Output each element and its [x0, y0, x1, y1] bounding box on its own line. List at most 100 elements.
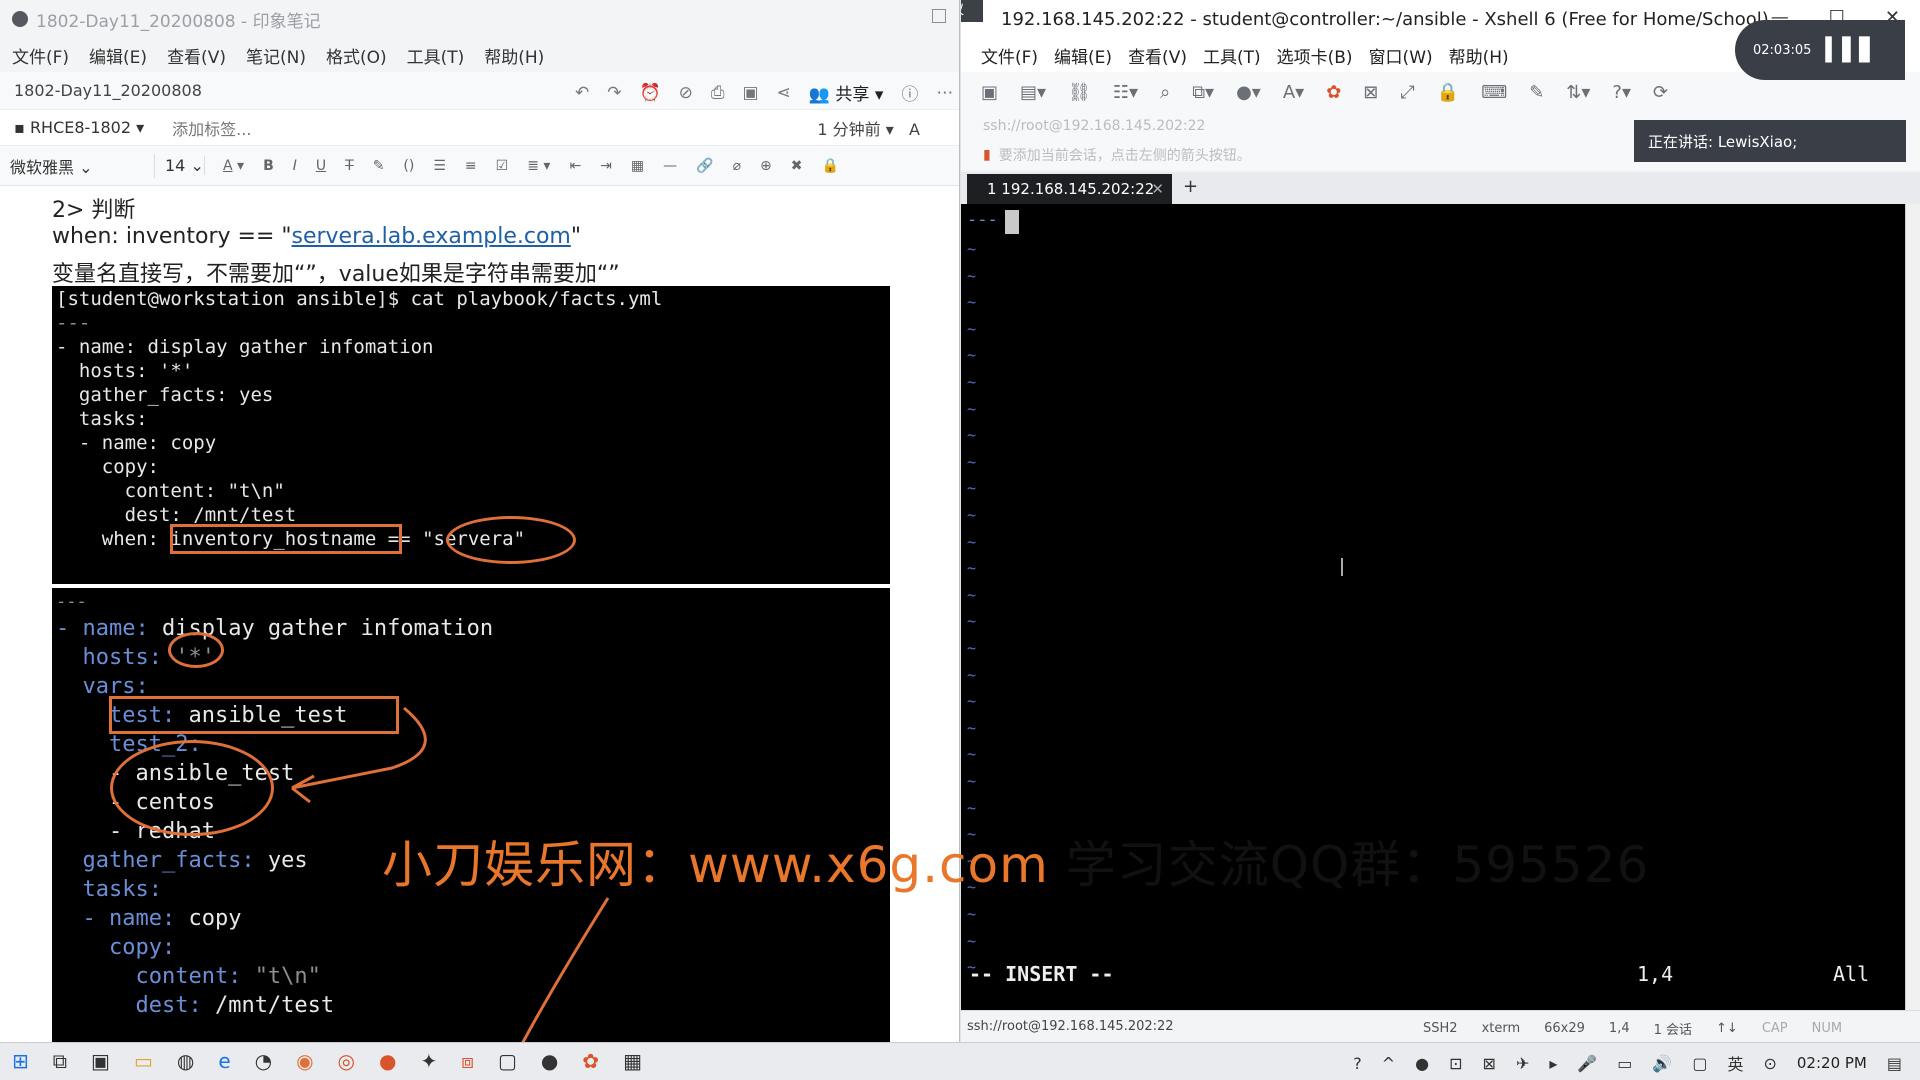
code-icon[interactable]: () [403, 158, 414, 174]
fullscreen-icon[interactable]: ⤢ [1400, 82, 1414, 103]
app-icon[interactable]: ◔ [255, 1049, 272, 1073]
strikethrough-icon[interactable]: T [345, 158, 354, 174]
session-tab-1[interactable]: 1 192.168.145.202:22 ✕ [967, 174, 1172, 204]
menu-tools[interactable]: 工具(T) [407, 43, 465, 68]
file-explorer-icon[interactable]: ▭ [134, 1049, 153, 1073]
redo-icon[interactable]: ↷ [607, 83, 621, 103]
menu-window[interactable]: 窗口(W) [1369, 43, 1433, 68]
open-icon[interactable]: ▤▾ [1020, 82, 1046, 103]
transfer-icon[interactable]: ⇅▾ [1566, 82, 1590, 103]
menu-view[interactable]: 查看(V) [1128, 43, 1187, 68]
terminal-scrollbar[interactable] [1905, 204, 1920, 1010]
chat-icon[interactable]: ▣ [743, 83, 759, 103]
app-icon[interactable]: ● [379, 1049, 396, 1073]
emoji-icon[interactable]: ⊕ [760, 158, 772, 174]
lock-icon[interactable]: 🔒 [1437, 82, 1459, 103]
info-icon[interactable]: ⓘ [901, 80, 918, 105]
menu-tabs[interactable]: 选项卡(B) [1277, 43, 1353, 68]
font-icon[interactable]: A▾ [1283, 82, 1304, 103]
menu-help[interactable]: 帮助(H) [1449, 43, 1509, 68]
tray-app-icon[interactable]: ▸ [1549, 1054, 1557, 1073]
attach-icon[interactable]: ⌀ [733, 158, 741, 174]
battery-icon[interactable]: ▭ [1617, 1054, 1632, 1073]
properties-icon[interactable]: ☷▾ [1113, 82, 1138, 103]
note-body[interactable]: 2> 判断 when: inventory == "servera.lab.ex… [0, 186, 959, 1042]
divider-icon[interactable]: — [663, 158, 677, 174]
bold-icon[interactable]: B [263, 158, 274, 174]
link-icon[interactable]: 🔗 [696, 158, 713, 174]
display-icon[interactable]: ▢ [1692, 1054, 1707, 1073]
app-icon[interactable]: ▢ [498, 1049, 517, 1073]
menu-file[interactable]: 文件(F) [981, 43, 1038, 68]
menu-tools[interactable]: 工具(T) [1203, 43, 1261, 68]
tab-close-icon[interactable]: ✕ [1151, 180, 1164, 198]
tray-app-icon[interactable]: ● [1415, 1054, 1429, 1073]
volume-icon[interactable]: 🔊 [1652, 1054, 1672, 1073]
app-icon[interactable]: ⧈ [461, 1049, 474, 1073]
meeting-floating-panel[interactable]: 02:03:05 ▍▌▋ [1735, 20, 1905, 80]
help-icon[interactable]: ? [1353, 1054, 1362, 1073]
italic-icon[interactable]: I [293, 158, 297, 174]
copy-icon[interactable]: ⧉▾ [1192, 82, 1214, 103]
share-icon[interactable]: ⋖ [777, 83, 791, 103]
xftp-icon[interactable]: ✿ [1326, 82, 1341, 103]
lock-icon[interactable]: 🔒 [821, 158, 838, 174]
task-view-icon[interactable]: ⧉ [53, 1049, 67, 1073]
xshell-taskbar-icon[interactable]: ✿ [582, 1049, 599, 1073]
chrome-icon[interactable]: ◎ [338, 1049, 355, 1073]
microphone-icon[interactable]: 🎤 [1577, 1054, 1597, 1073]
menu-note[interactable]: 笔记(N) [246, 43, 306, 68]
more-icon[interactable]: ⋯ [936, 83, 953, 103]
menu-file[interactable]: 文件(F) [12, 43, 69, 68]
font-family-select[interactable]: 微软雅黑 ⌄ [10, 153, 155, 178]
app-icon[interactable]: ▣ [91, 1049, 110, 1073]
menu-format[interactable]: 格式(O) [326, 43, 387, 68]
new-tab-button[interactable]: + [1183, 176, 1198, 197]
app-icon[interactable]: ✦ [420, 1049, 437, 1073]
tray-app-icon[interactable]: ⊡ [1449, 1054, 1462, 1073]
new-session-icon[interactable]: ▣ [981, 82, 998, 103]
tray-app-icon[interactable]: ⊙ [1763, 1054, 1776, 1073]
keyboard-icon[interactable]: ⌨ [1481, 82, 1507, 103]
ime-icon[interactable]: 英 [1727, 1051, 1743, 1075]
color-icon[interactable]: ●▾ [1236, 82, 1261, 103]
highlight-icon[interactable]: ✎ [373, 158, 385, 174]
app-icon[interactable]: ● [541, 1049, 558, 1073]
underline-icon[interactable]: U [316, 158, 326, 174]
script-icon[interactable]: ✎ [1529, 82, 1544, 103]
tray-expand-icon[interactable]: ^ [1382, 1054, 1395, 1073]
menu-edit[interactable]: 编辑(E) [89, 43, 147, 68]
disconnect-icon[interactable]: ⛓ [1068, 82, 1091, 103]
maximize-button[interactable] [932, 9, 946, 23]
checkbox-icon[interactable]: ☑ [496, 158, 509, 174]
servera-link[interactable]: servera.lab.example.com [292, 224, 571, 249]
firefox-icon[interactable]: ◉ [296, 1049, 313, 1073]
help-icon[interactable]: ?▾ [1612, 82, 1631, 103]
refresh-icon[interactable]: ⟳ [1653, 82, 1668, 103]
notifications-icon[interactable]: ▤ [1887, 1054, 1902, 1073]
table-icon[interactable]: ▦ [631, 158, 644, 174]
bullet-list-icon[interactable]: ☰ [433, 158, 446, 174]
share-button[interactable]: 👥 共享 ▾ [809, 80, 884, 105]
present-icon[interactable]: ⊘ [679, 83, 693, 103]
print-icon[interactable]: ⎙ [711, 83, 725, 103]
outdent-icon[interactable]: ⇤ [569, 158, 581, 174]
taskbar-clock[interactable]: 02:20 PM [1797, 1054, 1867, 1072]
text-style-icon[interactable]: A [909, 120, 920, 139]
app-icon[interactable]: ▦ [623, 1049, 642, 1073]
meeting-tab[interactable]: 腾讯会议 [961, 0, 983, 22]
app-icon[interactable]: ◍ [177, 1049, 194, 1073]
add-tag-input[interactable]: 添加标签... [172, 116, 251, 140]
numbered-list-icon[interactable]: ≡ [465, 158, 477, 174]
clear-format-icon[interactable]: ✖ [791, 158, 803, 174]
undo-icon[interactable]: ↶ [575, 83, 589, 103]
reminder-icon[interactable]: ⏰ [640, 83, 661, 103]
menu-help[interactable]: 帮助(H) [484, 43, 544, 68]
tray-app-icon[interactable]: ⊠ [1483, 1054, 1496, 1073]
upload-download-icon[interactable]: ↑↓ [1716, 1021, 1738, 1036]
notebook-selector[interactable]: ▪ RHCE8-1802 ▾ [14, 118, 144, 137]
font-size-select[interactable]: 14 ⌄ [155, 156, 205, 175]
edge-icon[interactable]: e [218, 1049, 230, 1073]
indent-icon[interactable]: ⇥ [600, 158, 612, 174]
tray-app-icon[interactable]: ✈ [1516, 1054, 1529, 1073]
